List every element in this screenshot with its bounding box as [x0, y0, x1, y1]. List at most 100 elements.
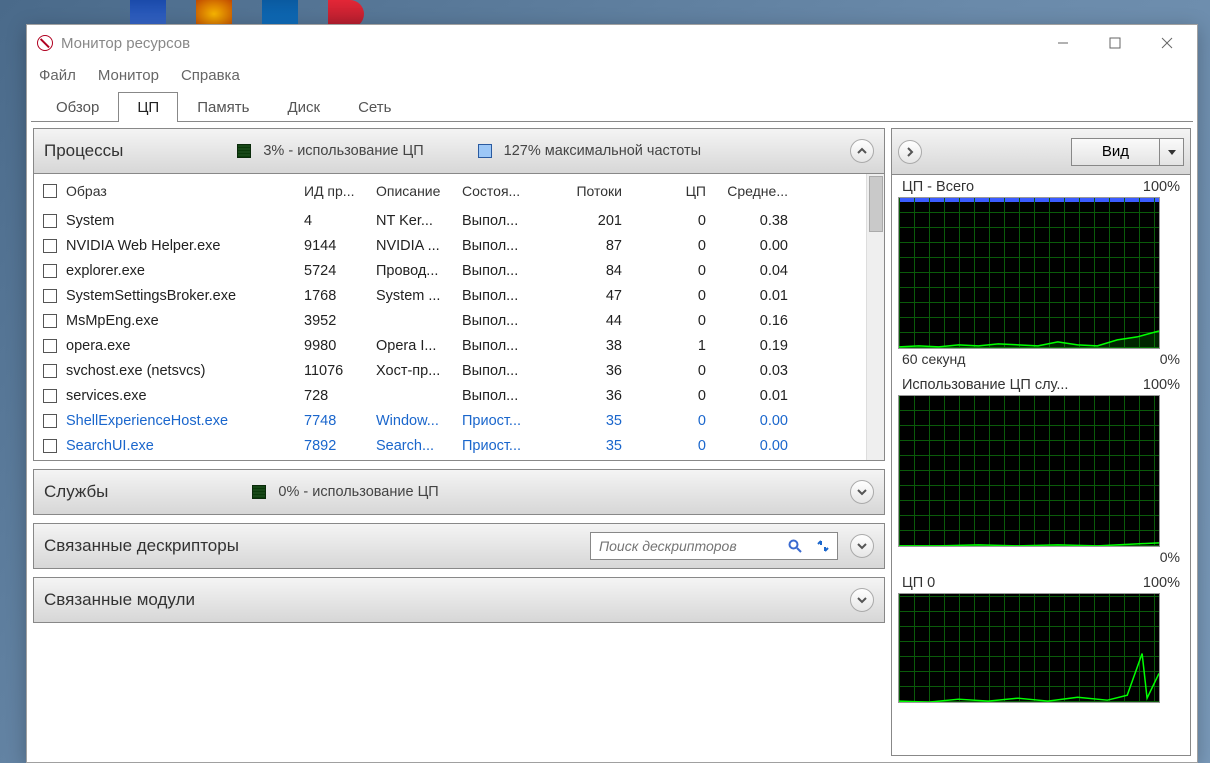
cpu-swatch-icon [237, 144, 251, 158]
cell-cpu: 0 [628, 363, 712, 379]
expand-button[interactable] [850, 588, 874, 612]
row-checkbox[interactable] [43, 389, 57, 403]
cell-avg: 0.01 [712, 388, 794, 404]
table-row[interactable]: MsMpEng.exe3952Выпол...4400.16 [34, 308, 884, 333]
table-row[interactable]: svchost.exe (netsvcs)11076Хост-пр...Выпо… [34, 358, 884, 383]
handles-search [590, 532, 838, 560]
tab-overview[interactable]: Обзор [37, 92, 118, 122]
view-dropdown[interactable]: Вид [1071, 138, 1184, 166]
process-scrollbar[interactable] [866, 174, 884, 460]
row-checkbox[interactable] [43, 314, 57, 328]
handles-search-input[interactable] [591, 538, 781, 554]
cell-pid: 1768 [298, 288, 370, 304]
col-image[interactable]: Образ [60, 183, 298, 199]
charts-header: Вид [892, 129, 1190, 175]
services-cpu-text: 0% - использование ЦП [278, 484, 438, 500]
cell-pid: 728 [298, 388, 370, 404]
row-checkbox[interactable] [43, 339, 57, 353]
table-row[interactable]: NVIDIA Web Helper.exe9144NVIDIA ...Выпол… [34, 233, 884, 258]
cell-image: opera.exe [60, 338, 298, 354]
cell-avg: 0.38 [712, 213, 794, 229]
app-window: Монитор ресурсов Файл Монитор Справка Об… [26, 24, 1198, 763]
cell-image: System [60, 213, 298, 229]
cell-desc: Провод... [370, 263, 456, 279]
chart-cpu0: ЦП 0 100% [898, 573, 1184, 703]
freq-swatch-icon [478, 144, 492, 158]
select-all-checkbox[interactable] [43, 184, 57, 198]
row-checkbox[interactable] [43, 289, 57, 303]
row-checkbox[interactable] [43, 214, 57, 228]
cell-desc: Хост-пр... [370, 363, 456, 379]
cell-cpu: 1 [628, 338, 712, 354]
process-table-header[interactable]: Образ ИД пр... Описание Состоя... Потоки… [34, 174, 884, 208]
menu-help[interactable]: Справка [181, 67, 240, 84]
cell-avg: 0.04 [712, 263, 794, 279]
cell-pid: 4 [298, 213, 370, 229]
cell-avg: 0.03 [712, 363, 794, 379]
col-pid[interactable]: ИД пр... [298, 183, 370, 199]
table-row[interactable]: System4NT Ker...Выпол...20100.38 [34, 208, 884, 233]
collapse-button[interactable] [850, 139, 874, 163]
maximize-button[interactable] [1089, 27, 1141, 59]
services-header[interactable]: Службы 0% - использование ЦП [33, 469, 885, 515]
cell-cpu: 0 [628, 313, 712, 329]
cell-avg: 0.00 [712, 238, 794, 254]
handles-header[interactable]: Связанные дескрипторы [33, 523, 885, 569]
tabstrip: Обзор ЦП Память Диск Сеть [31, 89, 1193, 122]
minimize-button[interactable] [1037, 27, 1089, 59]
cell-desc: NVIDIA ... [370, 238, 456, 254]
col-cpu[interactable]: ЦП [628, 183, 712, 199]
table-row[interactable]: opera.exe9980Opera I...Выпол...3810.19 [34, 333, 884, 358]
processes-title: Процессы [44, 141, 123, 161]
refresh-icon[interactable] [809, 539, 837, 553]
modules-header[interactable]: Связанные модули [33, 577, 885, 623]
table-row[interactable]: SearchUI.exe7892Search...Приост...3500.0… [34, 433, 884, 458]
table-row[interactable]: ShellExperienceHost.exe7748Window...Прио… [34, 408, 884, 433]
expand-button[interactable] [850, 534, 874, 558]
table-row[interactable]: SystemSettingsBroker.exe1768System ...Вы… [34, 283, 884, 308]
cell-cpu: 0 [628, 288, 712, 304]
row-checkbox[interactable] [43, 239, 57, 253]
row-checkbox[interactable] [43, 264, 57, 278]
cell-state: Выпол... [456, 213, 532, 229]
row-checkbox[interactable] [43, 439, 57, 453]
col-state[interactable]: Состоя... [456, 183, 532, 199]
cell-pid: 7748 [298, 413, 370, 429]
tab-network[interactable]: Сеть [339, 92, 410, 122]
view-label: Вид [1072, 139, 1159, 165]
chart-xmax: 0% [1160, 549, 1180, 565]
col-threads[interactable]: Потоки [532, 183, 628, 199]
cell-state: Приост... [456, 438, 532, 454]
table-row[interactable]: explorer.exe5724Провод...Выпол...8400.04 [34, 258, 884, 283]
search-icon[interactable] [781, 539, 809, 553]
tab-memory[interactable]: Память [178, 92, 268, 122]
cell-state: Выпол... [456, 263, 532, 279]
chevron-down-icon[interactable] [1159, 139, 1183, 165]
titlebar[interactable]: Монитор ресурсов [27, 25, 1197, 61]
row-checkbox[interactable] [43, 414, 57, 428]
tab-cpu[interactable]: ЦП [118, 92, 178, 122]
cell-pid: 3952 [298, 313, 370, 329]
cell-image: services.exe [60, 388, 298, 404]
cell-avg: 0.00 [712, 413, 794, 429]
col-avg[interactable]: Средне... [712, 183, 794, 199]
close-button[interactable] [1141, 27, 1193, 59]
processes-header[interactable]: Процессы 3% - использование ЦП 127% макс… [33, 128, 885, 174]
tab-disk[interactable]: Диск [268, 92, 339, 122]
expand-button[interactable] [850, 480, 874, 504]
processes-freq-text: 127% максимальной частоты [504, 143, 701, 159]
cell-cpu: 0 [628, 213, 712, 229]
row-checkbox[interactable] [43, 364, 57, 378]
cell-image: ShellExperienceHost.exe [60, 413, 298, 429]
chart-max: 100% [1143, 377, 1180, 393]
cell-pid: 9980 [298, 338, 370, 354]
cell-image: SearchUI.exe [60, 438, 298, 454]
charts-collapse-button[interactable] [898, 140, 922, 164]
table-row[interactable]: services.exe728Выпол...3600.01 [34, 383, 884, 408]
scrollbar-thumb[interactable] [869, 176, 883, 232]
menu-file[interactable]: Файл [39, 67, 76, 84]
processes-cpu-text: 3% - использование ЦП [263, 143, 423, 159]
col-desc[interactable]: Описание [370, 183, 456, 199]
chart-cpu-total: ЦП - Всего 100% 60 секунд 0% [898, 177, 1184, 369]
menu-monitor[interactable]: Монитор [98, 67, 159, 84]
